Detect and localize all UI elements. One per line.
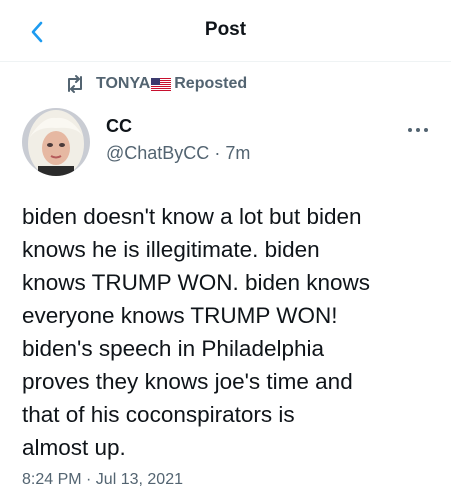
author-handle-line: @ChatByCC · 7m	[106, 143, 250, 164]
post-timestamp[interactable]: 8:24 PM · Jul 13, 2021	[22, 471, 183, 489]
author-handle[interactable]: @ChatByCC	[106, 143, 209, 163]
page-title: Post	[204, 19, 247, 40]
meta-separator: ·	[214, 143, 221, 163]
repost-label: Reposted	[174, 75, 248, 92]
repost-user-name[interactable]: TONYA	[96, 75, 150, 93]
us-flag-icon	[151, 77, 172, 91]
repost-indicator[interactable]: TONYA Reposted	[64, 72, 247, 96]
top-bar: Post	[0, 0, 451, 62]
more-options-button[interactable]	[405, 120, 431, 140]
repost-icon	[64, 74, 86, 94]
more-horizontal-icon	[408, 128, 428, 132]
avatar[interactable]	[22, 108, 90, 176]
post-age: 7m	[225, 143, 251, 163]
author-name[interactable]: CC	[106, 116, 132, 137]
post-text: biden doesn't know a lot but biden knows…	[22, 204, 371, 460]
